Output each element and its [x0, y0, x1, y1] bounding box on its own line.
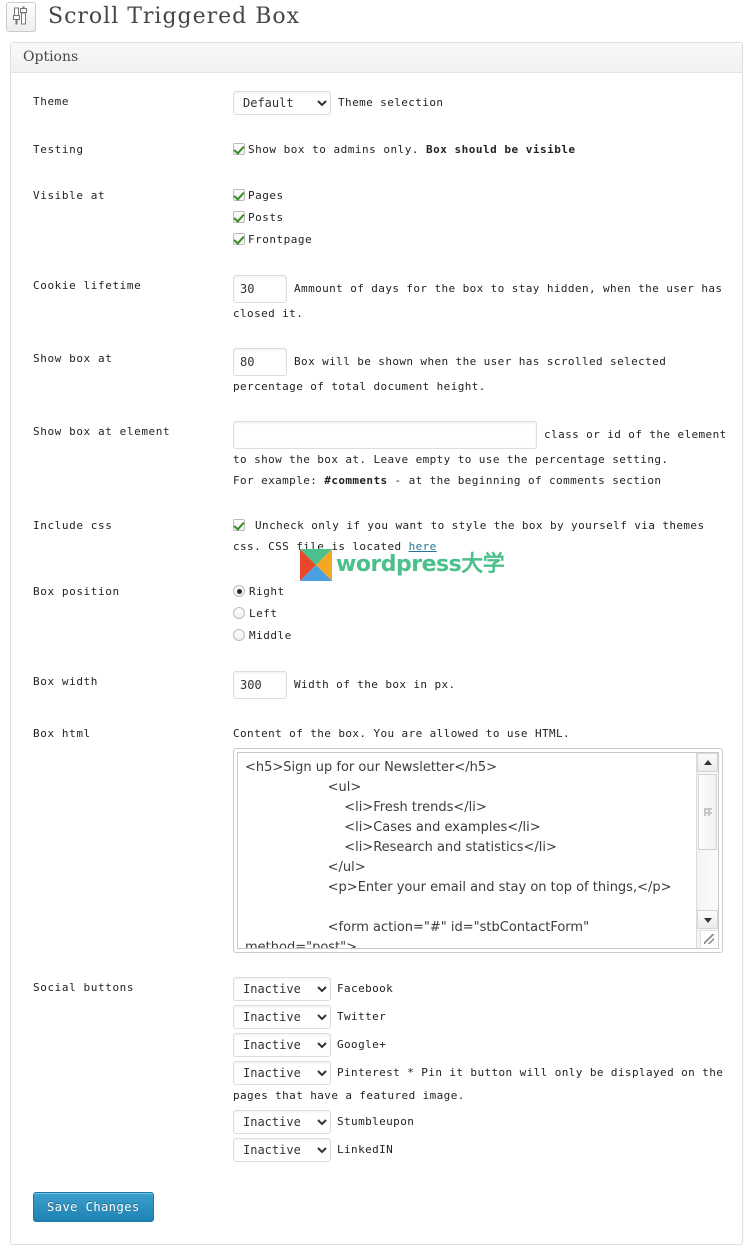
social-select-stumbleupon[interactable]: Inactive	[233, 1110, 331, 1134]
testing-checkbox-label: Show box to admins only.	[248, 143, 419, 156]
example-code: #comments	[324, 474, 388, 487]
social-row-stumbleupon: Inactive Stumbleupon	[233, 1110, 732, 1134]
row-include-css: Include css Uncheck only if you want to …	[11, 503, 742, 569]
include-css-checkbox[interactable]	[233, 519, 245, 531]
box-html-textarea-wrap[interactable]: <h5>Sign up for our Newsletter</h5> <ul>…	[233, 748, 723, 953]
label-box-width: Box width	[33, 675, 99, 688]
row-show-box-at: Show box at Box will be shown when the u…	[11, 336, 742, 409]
box-position-middle-label: Middle	[249, 629, 292, 642]
visible-at-pages-label: Pages	[248, 189, 284, 202]
social-name-twitter: Twitter	[337, 1010, 387, 1023]
social-select-facebook[interactable]: Inactive	[233, 977, 331, 1001]
label-show-box-at-element: Show box at element	[33, 425, 171, 438]
visible-at-item[interactable]: Posts	[233, 207, 732, 229]
example-prefix: For example:	[233, 474, 325, 487]
example-suffix: - at the beginning of comments section	[387, 474, 662, 487]
social-name-linkedin: LinkedIN	[337, 1143, 394, 1156]
social-name-googleplus: Google+	[337, 1038, 387, 1051]
box-position-left-radio[interactable]	[233, 607, 245, 619]
box-position-left-label: Left	[249, 607, 278, 620]
box-position-middle-radio[interactable]	[233, 629, 245, 641]
row-box-width: Box width Width of the box in px.	[11, 659, 742, 711]
testing-checkbox[interactable]	[233, 143, 245, 155]
grip-icon	[703, 808, 712, 816]
show-box-at-input[interactable]	[233, 348, 287, 376]
page-header: Scroll Triggered Box	[0, 0, 751, 36]
row-box-position: Box position Right Left Middle	[11, 569, 742, 659]
show-box-at-description: Box will be shown when the user has scro…	[233, 355, 667, 393]
label-visible-at: Visible at	[33, 189, 106, 202]
save-changes-button[interactable]: Save Changes	[33, 1192, 154, 1222]
show-box-at-element-example: For example: #comments - at the beginnin…	[233, 470, 732, 491]
label-testing: Testing	[33, 143, 84, 156]
social-row-pinterest: Inactive Pinterest * Pin it button will …	[233, 1061, 732, 1106]
row-visible-at: Visible at Pages Posts Frontpage	[11, 173, 742, 263]
sliders-icon	[6, 2, 36, 32]
social-row-googleplus: Inactive Google+	[233, 1033, 732, 1057]
row-box-html: Box html Content of the box. You are all…	[11, 711, 742, 965]
box-position-option[interactable]: Left	[233, 603, 732, 625]
scroll-up-arrow-icon[interactable]	[697, 753, 718, 772]
label-theme: Theme	[33, 95, 70, 108]
settings-table: Theme Default Theme selection Testing Sh…	[11, 79, 742, 1178]
scroll-down-arrow-icon[interactable]	[697, 910, 718, 929]
row-show-box-at-element: Show box at element class or id of the e…	[11, 409, 742, 503]
label-cookie-lifetime: Cookie lifetime	[33, 279, 142, 292]
visible-at-posts-label: Posts	[248, 211, 284, 224]
box-position-right-label: Right	[249, 585, 285, 598]
row-cookie-lifetime: Cookie lifetime Ammount of days for the …	[11, 263, 742, 336]
visible-at-pages-checkbox[interactable]	[233, 189, 245, 201]
css-file-link[interactable]: here	[409, 540, 437, 553]
panel-header: Options	[11, 43, 742, 73]
cookie-lifetime-description: Ammount of days for the box to stay hidd…	[233, 282, 723, 320]
social-select-twitter[interactable]: Inactive	[233, 1005, 331, 1029]
visible-at-posts-checkbox[interactable]	[233, 211, 245, 223]
row-theme: Theme Default Theme selection	[11, 79, 742, 127]
label-include-css: Include css	[33, 519, 113, 532]
options-panel: Options Theme Default Theme selection Te…	[10, 42, 743, 1245]
testing-status-note: Box should be visible	[425, 143, 576, 156]
theme-select[interactable]: Default	[233, 91, 331, 115]
box-width-description: Width of the box in px.	[294, 678, 456, 691]
row-social-buttons: Social buttons Inactive Facebook Inactiv…	[11, 965, 742, 1178]
social-select-googleplus[interactable]: Inactive	[233, 1033, 331, 1057]
box-html-hint: Content of the box. You are allowed to u…	[233, 727, 571, 740]
visible-at-item[interactable]: Pages	[233, 185, 732, 207]
box-html-textarea[interactable]: <h5>Sign up for our Newsletter</h5> <ul>…	[237, 752, 719, 949]
show-box-at-element-input[interactable]	[233, 421, 537, 449]
visible-at-frontpage-label: Frontpage	[248, 233, 313, 246]
box-width-input[interactable]	[233, 671, 287, 699]
label-social-buttons: Social buttons	[33, 981, 135, 994]
box-position-option[interactable]: Right	[233, 581, 732, 603]
resize-handle-icon[interactable]	[700, 930, 718, 948]
box-position-right-radio[interactable]	[233, 585, 245, 597]
social-name-pinterest: Pinterest	[337, 1066, 401, 1079]
label-box-html: Box html	[33, 727, 91, 740]
social-select-linkedin[interactable]: Inactive	[233, 1138, 331, 1162]
submit-area: Save Changes	[11, 1178, 742, 1234]
visible-at-item[interactable]: Frontpage	[233, 229, 732, 251]
social-row-twitter: Inactive Twitter	[233, 1005, 732, 1029]
panel-body: Theme Default Theme selection Testing Sh…	[11, 73, 742, 1244]
include-css-description: Uncheck only if you want to style the bo…	[233, 519, 705, 553]
label-show-box-at: Show box at	[33, 352, 113, 365]
row-testing: Testing Show box to admins only. Box sho…	[11, 127, 742, 173]
social-name-stumbleupon: Stumbleupon	[337, 1115, 415, 1128]
theme-description: Theme selection	[338, 96, 444, 109]
box-position-option[interactable]: Middle	[233, 625, 732, 647]
scrollbar-thumb[interactable]	[698, 774, 717, 850]
social-row-linkedin: Inactive LinkedIN	[233, 1138, 732, 1162]
theme-select-wrap[interactable]: Default	[233, 91, 331, 115]
cookie-lifetime-input[interactable]	[233, 275, 287, 303]
textarea-scrollbar[interactable]	[696, 753, 718, 948]
social-name-facebook: Facebook	[337, 982, 394, 995]
box-html-content[interactable]: <h5>Sign up for our Newsletter</h5> <ul>…	[238, 753, 696, 948]
social-select-pinterest[interactable]: Inactive	[233, 1061, 331, 1085]
page-title: Scroll Triggered Box	[48, 4, 301, 29]
social-row-facebook: Inactive Facebook	[233, 977, 732, 1001]
label-box-position: Box position	[33, 585, 120, 598]
visible-at-frontpage-checkbox[interactable]	[233, 233, 245, 245]
